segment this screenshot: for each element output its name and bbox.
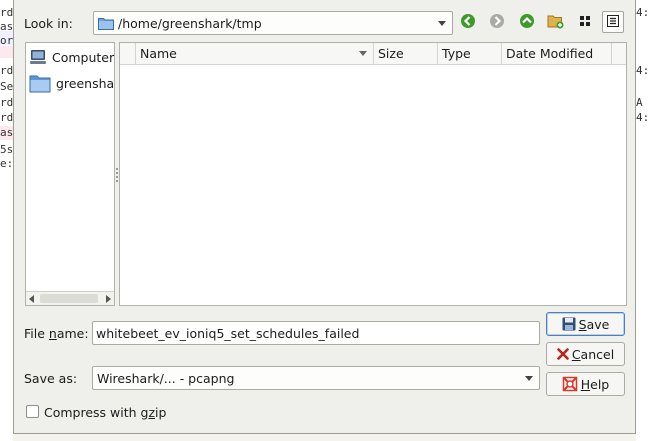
- bg-fragment: as: [0, 126, 13, 139]
- file-list-header: Name Size Type Date Modified: [120, 43, 626, 65]
- detail-view-icon: [606, 14, 620, 31]
- save-as-combobox[interactable]: Wireshark/... - pcapng: [92, 366, 540, 390]
- scrollbar-thumb[interactable]: [40, 294, 98, 303]
- icon-view-button[interactable]: [574, 11, 596, 33]
- bg-fragment: 4:: [636, 111, 648, 124]
- bg-fragment: as: [0, 20, 13, 33]
- column-header-type[interactable]: Type: [438, 43, 502, 64]
- column-header-date-modified[interactable]: Date Modified: [502, 43, 612, 64]
- bg-fragment: 4:: [636, 64, 648, 77]
- help-lifebuoy-icon: [562, 376, 578, 392]
- save-button[interactable]: Save: [546, 312, 625, 336]
- bg-fragment: 4:: [636, 6, 648, 19]
- file-name-label: File name:: [24, 326, 89, 341]
- bg-fragment: e:: [0, 157, 13, 170]
- chevron-down-icon: [525, 376, 533, 381]
- column-header-size[interactable]: Size: [374, 43, 438, 64]
- column-header-name[interactable]: Name: [136, 43, 374, 64]
- cancel-button[interactable]: Cancel: [546, 342, 625, 366]
- floppy-disk-icon: [562, 317, 576, 331]
- scroll-left-icon[interactable]: [29, 295, 34, 303]
- compress-checkbox[interactable]: [26, 405, 39, 418]
- splitter-grip-icon: [116, 168, 118, 182]
- save-file-dialog: Look in: /home/greenshark/tmp Computer g…: [13, 0, 636, 434]
- background-window-right: 4: 4: A 4:: [636, 0, 648, 441]
- chevron-down-icon: [438, 21, 446, 26]
- forward-button: [486, 11, 508, 33]
- column-header-label: Name: [140, 46, 177, 61]
- up-icon: [519, 13, 535, 32]
- bg-fragment: 5s: [0, 143, 13, 156]
- sidebar-horizontal-scrollbar[interactable]: [26, 291, 114, 305]
- background-window-left: rd as or rd Se rd rd as 5s e:: [0, 0, 13, 441]
- look-in-combobox[interactable]: /home/greenshark/tmp: [93, 11, 453, 35]
- column-header-label: Type: [442, 46, 471, 61]
- save-button-label: Save: [578, 316, 610, 332]
- back-icon: [460, 13, 476, 32]
- forward-icon: [489, 13, 505, 32]
- sidebar-item-computer[interactable]: Computer: [29, 46, 115, 68]
- look-in-path: /home/greenshark/tmp: [118, 15, 262, 31]
- save-as-value: Wireshark/... - pcapng: [97, 370, 235, 386]
- save-as-label: Save as:: [24, 371, 78, 386]
- bg-fragment: rd: [0, 96, 13, 109]
- bg-fragment: Se: [0, 80, 13, 93]
- icon-view-icon: [578, 14, 592, 31]
- scroll-right-icon[interactable]: [106, 295, 111, 303]
- up-button[interactable]: [516, 11, 538, 33]
- help-button[interactable]: Help: [546, 372, 625, 396]
- back-button[interactable]: [457, 11, 479, 33]
- close-icon: [557, 348, 569, 360]
- computer-icon: [29, 49, 47, 65]
- file-list[interactable]: Name Size Type Date Modified: [119, 42, 627, 306]
- bg-fragment: A: [636, 96, 643, 109]
- help-button-label: Help: [580, 376, 610, 392]
- look-in-label: Look in:: [24, 16, 73, 31]
- detail-view-button[interactable]: [602, 11, 624, 33]
- sidebar-item-label: greenshark: [56, 75, 115, 91]
- bg-fragment: rd: [0, 6, 13, 19]
- bg-fragment: or: [0, 34, 13, 47]
- cancel-button-label: Cancel: [571, 346, 615, 362]
- compress-label[interactable]: Compress with gzip: [44, 405, 166, 420]
- file-name-input[interactable]: whitebeet_ev_ioniq5_set_schedules_failed: [92, 321, 540, 345]
- new-folder-button[interactable]: [545, 11, 567, 33]
- folder-icon: [98, 16, 114, 30]
- places-sidebar: Computer greenshark: [25, 42, 115, 306]
- header-spacer: [120, 43, 136, 64]
- folder-icon: [29, 73, 51, 93]
- column-header-label: Size: [378, 46, 404, 61]
- new-folder-icon: [547, 13, 565, 32]
- column-header-label: Date Modified: [506, 46, 594, 61]
- sort-down-icon: [359, 51, 367, 56]
- sidebar-item-greenshark[interactable]: greenshark: [29, 72, 115, 94]
- bg-fragment: rd: [0, 64, 13, 77]
- sidebar-item-label: Computer: [52, 49, 115, 65]
- file-name-value: whitebeet_ev_ioniq5_set_schedules_failed: [96, 325, 360, 341]
- bg-fragment: rd: [0, 111, 13, 124]
